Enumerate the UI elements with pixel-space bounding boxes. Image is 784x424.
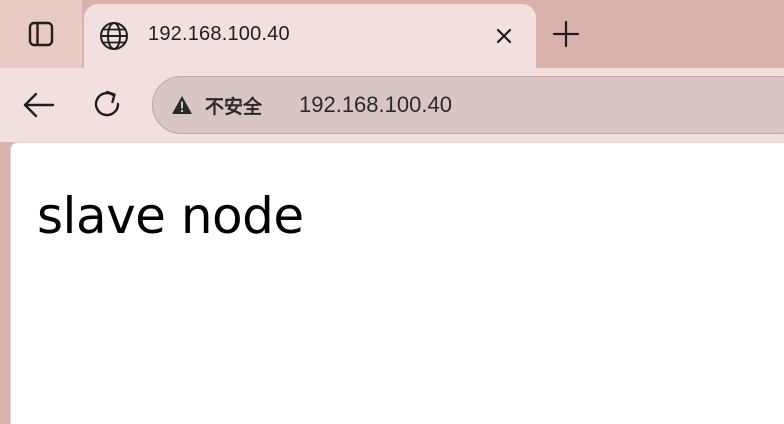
back-arrow-icon [20, 87, 56, 123]
browser-window: 192.168.100.40 不安全 192.168.100.40 slave … [0, 0, 784, 424]
sidebar-toggle-button[interactable] [0, 0, 82, 68]
back-button[interactable] [20, 87, 56, 123]
reload-icon [90, 87, 126, 123]
close-icon[interactable] [490, 22, 518, 50]
page-content: slave node [10, 142, 784, 424]
plus-icon [548, 16, 584, 52]
url-text[interactable]: 192.168.100.40 [299, 92, 452, 118]
globe-icon [98, 20, 130, 52]
page-heading: slave node [37, 187, 304, 245]
security-status-label[interactable]: 不安全 [205, 92, 262, 119]
sidebar-toggle-icon [27, 20, 55, 48]
address-bar[interactable]: 不安全 192.168.100.40 [152, 76, 784, 134]
tab-strip: 192.168.100.40 [0, 0, 784, 68]
warning-triangle-icon[interactable] [171, 95, 193, 115]
toolbar: 不安全 192.168.100.40 [0, 68, 784, 142]
tab-title: 192.168.100.40 [148, 23, 290, 45]
reload-button[interactable] [90, 87, 126, 123]
tab-active[interactable]: 192.168.100.40 [84, 4, 536, 68]
new-tab-button[interactable] [548, 16, 584, 52]
